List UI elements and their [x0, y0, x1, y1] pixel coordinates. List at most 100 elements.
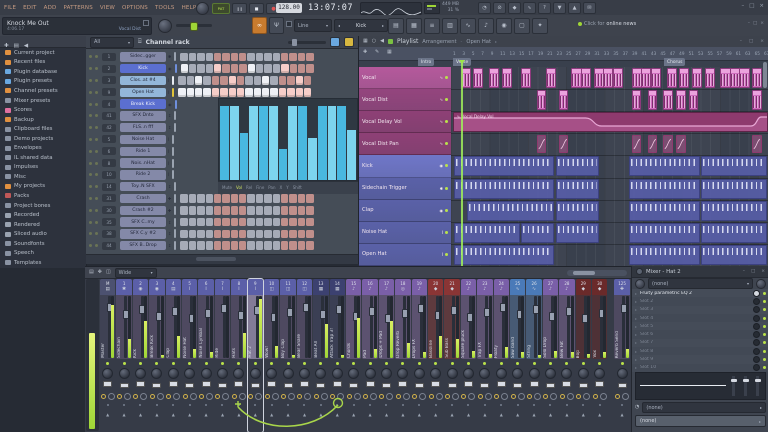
mixer-strip-attack-trap-3-[interactable]: 14 ▦ Attack Trap 3! ▲ [329, 279, 345, 432]
stereo-sep-slider[interactable] [135, 381, 145, 387]
step-cell[interactable] [281, 241, 289, 250]
audio-clip[interactable] [704, 68, 715, 88]
step-cell[interactable] [188, 229, 197, 239]
step-cell[interactable] [247, 64, 256, 73]
step-cell[interactable] [264, 229, 272, 239]
route-arrow-icon[interactable]: ▲ [221, 412, 224, 417]
step-cell[interactable] [230, 241, 239, 250]
play-button[interactable]: ❙❙ [232, 3, 247, 14]
step-cell[interactable] [180, 205, 188, 215]
route-arrow-icon[interactable]: ▲ [155, 412, 158, 417]
step-cell[interactable] [255, 205, 264, 215]
pan-knob[interactable] [216, 368, 228, 379]
pan-knob[interactable] [282, 368, 294, 379]
audio-clip[interactable] [647, 90, 658, 111]
route-arrow-icon[interactable]: ▲ [483, 412, 486, 417]
track-enable-led[interactable] [445, 208, 448, 212]
shuffle-icon[interactable]: ⊘ [493, 2, 506, 14]
stereo-sep-slider[interactable] [617, 382, 627, 389]
route-arrow-icon[interactable]: ▲ [172, 412, 175, 417]
route-arrow-icon[interactable]: ▲ [418, 412, 421, 417]
step-cell[interactable] [255, 217, 264, 227]
mixer-strip-trap-fx[interactable]: 23 ♪ Trap FX ▲ [477, 279, 493, 432]
piano-roll-icon[interactable]: ≡ [424, 18, 440, 34]
fx-close[interactable]: × [761, 269, 765, 274]
step-cell[interactable] [281, 194, 289, 203]
save-new-icon[interactable]: ▲ [568, 2, 581, 14]
step-cell[interactable] [297, 217, 306, 227]
close-button[interactable]: × [759, 3, 764, 9]
channel-button[interactable]: Open Hat [120, 87, 166, 98]
mixer-strip-drops-pad[interactable]: 17 ♪ Drops + Pad ▲ [378, 279, 395, 432]
mute-led[interactable] [89, 55, 92, 59]
step-cell[interactable] [281, 52, 289, 62]
route-arrow-icon[interactable]: ▲ [106, 412, 109, 417]
audio-clip[interactable] [666, 68, 677, 88]
slot-enable-led[interactable] [763, 308, 766, 312]
slot-enable-led[interactable] [763, 333, 766, 337]
pattern-selector[interactable]: ◂ Kick ▸ [334, 19, 388, 32]
pattern-clip[interactable] [555, 178, 599, 199]
step-cell[interactable] [289, 194, 297, 203]
mute-led[interactable] [581, 361, 585, 365]
step-cell[interactable] [289, 217, 297, 227]
save-icon[interactable]: ▼ [553, 2, 566, 14]
mute-led[interactable] [302, 361, 306, 365]
pattern-clip[interactable] [628, 244, 701, 265]
menu-add[interactable]: ADD [44, 5, 57, 11]
stereo-sep-slider[interactable] [513, 382, 523, 389]
mixer-strip-drops-fx[interactable]: 19 ♪ Drops FX ▲ [411, 279, 427, 432]
mixer-strip-break-kick[interactable]: 3 ◉ Break Kick ▲ [149, 279, 165, 432]
channel-button[interactable]: SFX B..Drop [120, 240, 166, 251]
step-cell[interactable] [264, 194, 272, 203]
step-cell[interactable] [239, 64, 247, 73]
step-cell[interactable] [247, 205, 255, 215]
step-cell[interactable] [188, 241, 197, 250]
fx-min[interactable]: – [743, 269, 745, 274]
channel-button[interactable]: SFX C..my [120, 217, 166, 227]
stereo-sep-slider[interactable] [201, 381, 211, 387]
pattern-song-toggle[interactable]: PAT [212, 3, 230, 14]
mute-led[interactable] [89, 126, 92, 130]
browser-item-recorded[interactable]: Recorded [0, 210, 86, 220]
graph-target-y[interactable]: Y [286, 185, 288, 190]
step-cell[interactable] [281, 205, 289, 215]
pan-knob[interactable] [446, 368, 458, 379]
fx-ring-icon[interactable] [484, 392, 492, 400]
step-cell[interactable] [256, 64, 264, 73]
effect-slot-9[interactable]: ▸ Slot 9 [632, 355, 768, 364]
step-cell[interactable] [205, 194, 213, 203]
mixer-strip-bassline[interactable]: 20 ◆ Bassline ▲ [428, 279, 444, 432]
browser-toggle-icon[interactable]: ▤ [388, 18, 404, 34]
effect-slot-3[interactable]: ▸ Slot 3 [632, 305, 768, 314]
route-arrow-icon[interactable]: ▲ [582, 412, 585, 417]
step-sequencer-row[interactable] [180, 64, 314, 73]
route-arrow-icon[interactable]: ▲ [188, 412, 191, 417]
route-arrow-icon[interactable]: ▲ [621, 412, 624, 417]
fx-ring-icon[interactable] [173, 392, 181, 400]
solo-led[interactable] [95, 114, 98, 118]
stereo-sep-slider[interactable] [267, 381, 277, 387]
channel-button[interactable]: Ride 2 [120, 170, 166, 180]
step-cell[interactable] [188, 52, 197, 62]
step-cell[interactable] [188, 194, 197, 203]
pattern-clip[interactable] [555, 200, 599, 221]
route-arrow-icon[interactable]: ▲ [565, 412, 568, 417]
step-cell[interactable] [194, 76, 203, 85]
grid-icon[interactable]: ▦ [363, 39, 368, 44]
mute-led[interactable] [89, 232, 92, 236]
step-cell[interactable] [211, 87, 220, 97]
mixer-strip-saw-band[interactable]: 25 ∿ Saw band ▲ [510, 279, 526, 432]
channel-button[interactable]: Clos..at #4 [120, 75, 166, 86]
step-cell[interactable] [264, 52, 272, 62]
fx-ring-icon[interactable] [566, 392, 574, 400]
mute-led[interactable] [89, 149, 92, 153]
track-lane-3[interactable] [451, 133, 768, 157]
mixer-strip-kick[interactable]: 2 ◉ Kick ▲ [132, 279, 149, 432]
step-cell[interactable] [213, 229, 222, 239]
mute-led[interactable] [89, 78, 92, 82]
mute-led[interactable] [89, 114, 92, 118]
mute-led[interactable] [384, 361, 388, 365]
step-cell[interactable] [270, 76, 278, 85]
route-arrow-icon[interactable]: ▲ [401, 412, 404, 417]
